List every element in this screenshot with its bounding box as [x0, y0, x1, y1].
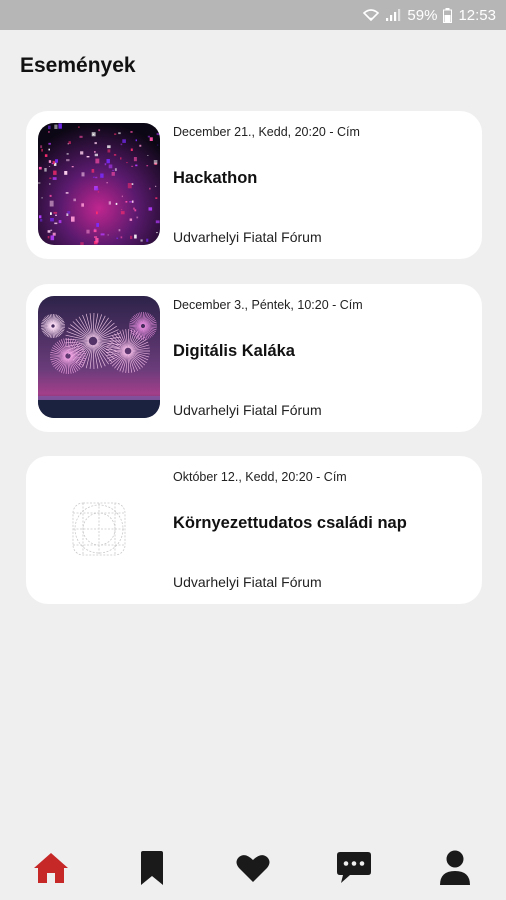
- event-title: Környezettudatos családi nap: [173, 514, 407, 532]
- event-organizer: Udvarhelyi Fiatal Fórum: [173, 574, 322, 590]
- profile-icon: [440, 850, 470, 885]
- heart-icon: [236, 855, 270, 882]
- nav-messages[interactable]: [329, 848, 379, 888]
- event-card[interactable]: December 21., Kedd, 20:20 - Cím Hackatho…: [26, 111, 482, 259]
- status-bar: 59% 12:53: [0, 0, 506, 30]
- nav-profile[interactable]: [430, 848, 480, 888]
- wifi-icon: [363, 9, 380, 22]
- nav-home[interactable]: [26, 848, 76, 888]
- nav-bookmarks[interactable]: [127, 848, 177, 888]
- clock: 12:53: [458, 6, 496, 24]
- event-organizer: Udvarhelyi Fiatal Fórum: [173, 402, 322, 418]
- event-organizer: Udvarhelyi Fiatal Fórum: [173, 229, 322, 245]
- event-image: [38, 296, 160, 418]
- event-title: Digitális Kaláka: [173, 342, 295, 360]
- event-date: December 21., Kedd, 20:20 - Cím: [173, 125, 360, 139]
- nav-favorites[interactable]: [228, 848, 278, 888]
- battery-percent: 59%: [407, 6, 438, 24]
- event-title: Hackathon: [173, 169, 258, 187]
- battery-icon: [443, 7, 453, 23]
- event-card[interactable]: December 3., Péntek, 10:20 - Cím Digitál…: [26, 284, 482, 432]
- bookmark-icon: [141, 851, 163, 885]
- event-date: Október 12., Kedd, 20:20 - Cím: [173, 470, 347, 484]
- event-image: [38, 123, 160, 245]
- placeholder-image-icon: [38, 468, 160, 590]
- page-title: Események: [20, 54, 136, 77]
- event-card[interactable]: Október 12., Kedd, 20:20 - Cím Környezet…: [26, 456, 482, 604]
- bottom-navigation: [0, 830, 506, 900]
- signal-icon: [386, 9, 401, 21]
- chat-icon: [337, 852, 371, 883]
- event-date: December 3., Péntek, 10:20 - Cím: [173, 298, 363, 312]
- home-icon: [34, 853, 68, 883]
